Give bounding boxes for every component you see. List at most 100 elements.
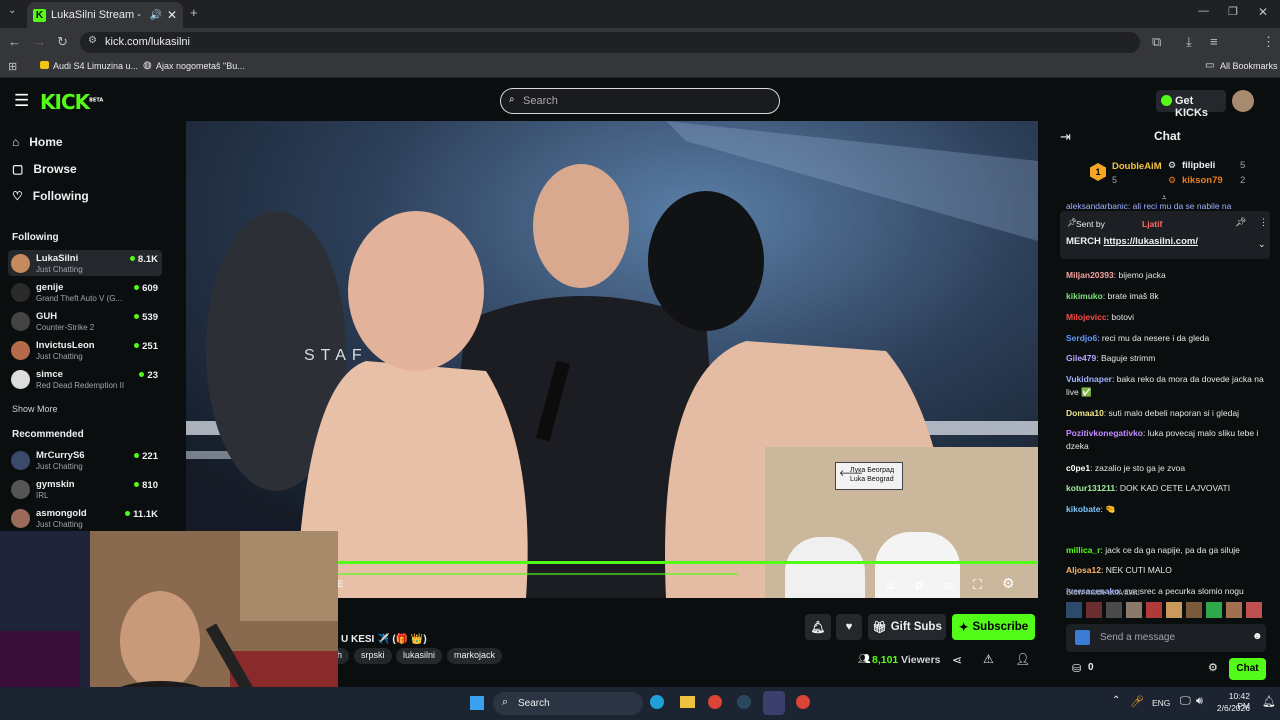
edge-icon[interactable] (650, 695, 664, 709)
follow-heart-button[interactable]: ♥ (836, 614, 862, 640)
emote[interactable] (1126, 602, 1142, 618)
sidebar-channel-mrcurrys6[interactable]: MrCurryS6 Just Chatting 221 (8, 447, 162, 473)
site-info-icon[interactable]: ⚙ (88, 35, 97, 46)
chat-username[interactable]: Gile479 (1066, 353, 1096, 363)
network-icon[interactable]: 🖵︎ (1180, 695, 1191, 708)
fullscreen-icon[interactable]: ⛶ (973, 577, 982, 593)
tray-chevron-icon[interactable]: ⌃ (1112, 695, 1120, 706)
extensions-icon[interactable]: ⧉ (1152, 34, 1161, 50)
discord-icon[interactable] (763, 691, 785, 715)
chrome-active-icon[interactable] (796, 695, 810, 709)
collapse-chat-icon[interactable]: ⇥ (1060, 129, 1071, 145)
tab-audio-icon[interactable]: 🔊 (149, 10, 161, 21)
sidebar-channel-simce[interactable]: simce Red Dead Redemption II 23 (8, 366, 162, 392)
sidebar-nav-home[interactable]: ⌂ Home (12, 135, 63, 149)
notification-bell-button[interactable]: 🔔︎ (805, 614, 831, 640)
chat-input[interactable]: Send a message ☻ (1066, 624, 1266, 652)
chat-username[interactable]: Domaa10 (1066, 408, 1104, 418)
unpin-icon[interactable]: 📌︎ (1235, 217, 1246, 228)
sidebar-channel-genije[interactable]: genije Grand Theft Auto V (G... 609 (8, 279, 162, 305)
bookmark-1[interactable]: Audi S4 Limuzina u... (53, 61, 138, 71)
get-kicks-button[interactable]: Get KICKs (1156, 90, 1226, 119)
maximize-icon[interactable]: ❐ (1228, 5, 1238, 18)
stream-tag[interactable]: markojack (447, 648, 503, 664)
mic-icon[interactable]: 🎤︎ (1130, 695, 1144, 708)
bookmark-2[interactable]: Ajax nogometaš "Bu... (156, 61, 245, 71)
stream-tag[interactable]: srpski (354, 648, 392, 664)
hamburger-menu-icon[interactable]: ☰ (14, 91, 29, 111)
gift-subs-button[interactable]: 🎁︎ Gift Subs (868, 614, 946, 640)
progress-bar[interactable] (338, 561, 1038, 564)
emote[interactable] (1106, 602, 1122, 618)
all-bookmarks[interactable]: All Bookmarks (1220, 61, 1278, 71)
chat-username[interactable]: Vukidnaper (1066, 374, 1112, 384)
emote[interactable] (1206, 602, 1222, 618)
chat-username[interactable]: Milojevicc (1066, 312, 1107, 322)
chat-username[interactable]: kikimuko (1066, 291, 1103, 301)
minimize-icon[interactable]: — (1198, 5, 1209, 17)
steam-icon[interactable] (737, 695, 751, 709)
emote[interactable] (1246, 602, 1262, 618)
back-icon[interactable]: ← (8, 34, 21, 49)
apps-icon[interactable]: ⊞ (8, 60, 17, 73)
emote[interactable] (1186, 602, 1202, 618)
chevron-down-icon[interactable]: ⌄ (1258, 239, 1266, 250)
new-tab-icon[interactable]: + (190, 5, 198, 20)
chat-settings-icon[interactable]: ⚙ (1208, 661, 1218, 674)
more-options-icon[interactable]: ⋮ (1259, 217, 1268, 228)
sidebar-channel-lukasilni[interactable]: LukaSilni Just Chatting 8.1K (8, 250, 162, 276)
chat-username[interactable]: millica_r (1066, 545, 1101, 555)
chat-username[interactable]: kotur131211 (1066, 483, 1115, 493)
emoji-icon[interactable]: ☻ (1252, 631, 1263, 642)
subscribe-button[interactable]: ✦ Subscribe (952, 614, 1035, 640)
emote[interactable] (1226, 602, 1242, 618)
chat-username[interactable]: kikobate (1066, 504, 1101, 514)
window-close-icon[interactable]: ✕ (1258, 5, 1268, 19)
pinned-link[interactable]: https://lukasilni.com/ (1103, 236, 1198, 247)
search-input[interactable]: ⌕ Search (500, 88, 780, 114)
gifter-name[interactable]: kikson79 (1182, 175, 1223, 186)
file-explorer-icon[interactable] (680, 696, 695, 708)
kicks-icon[interactable]: ⛁ (1072, 662, 1081, 675)
taskbar-search[interactable]: ⌕ Search (493, 692, 643, 715)
sidebar-channel-asmongold[interactable]: asmongold Just Chatting 11.1K (8, 505, 162, 531)
send-chat-button[interactable]: Chat (1229, 658, 1266, 680)
user-avatar[interactable] (1232, 90, 1254, 112)
stream-tag[interactable]: lukasilni (396, 648, 443, 664)
video-player[interactable]: STAF 🡐 Лука Београд Luka Beograd E ⧈ ⧇ ▭… (186, 121, 1038, 598)
pip-icon[interactable]: ⧈ (886, 577, 894, 593)
chat-username[interactable]: c0pe1 (1066, 463, 1090, 473)
volume-icon[interactable]: 🔊︎ (1196, 695, 1203, 708)
browser-menu-icon[interactable]: ⋮ (1262, 34, 1275, 50)
reload-icon[interactable]: ↻ (57, 34, 68, 50)
clock-date[interactable]: 2/6/2026 (1216, 703, 1250, 713)
pinned-message[interactable]: 📌︎ Sent by Ljatif 📌︎ ⋮ MERCH https://luk… (1060, 211, 1270, 259)
chat-username[interactable]: Serdjo6 (1066, 333, 1097, 343)
emote[interactable] (1086, 602, 1102, 618)
language-indicator[interactable]: ENG (1152, 698, 1170, 708)
top-gifter-name[interactable]: DoubleAiM (1112, 161, 1162, 172)
report-icon[interactable]: ⚠ (983, 652, 994, 666)
clip-icon[interactable]: ⧇ (915, 577, 923, 593)
chrome-icon[interactable] (708, 695, 722, 709)
emote-picker-icon[interactable] (1075, 630, 1090, 645)
chat-username[interactable]: Pozitivkonegativko (1066, 428, 1143, 438)
profile-card-icon[interactable]: 👤︎ (1015, 652, 1030, 666)
chat-username[interactable]: Aljosa12 (1066, 565, 1101, 575)
sidebar-channel-gymskin[interactable]: gymskin IRL 810 (8, 476, 162, 502)
browser-tab[interactable]: K LukaSilni Stream - Watch Li 🔊 ✕ (27, 2, 183, 28)
forward-icon[interactable]: → (33, 34, 46, 49)
tab-close-icon[interactable]: ✕ (167, 8, 177, 22)
share-icon[interactable]: ⋖ (952, 653, 962, 667)
kick-logo[interactable]: KICKBETA (40, 90, 103, 114)
settings-icon[interactable]: ⚙ (1002, 575, 1015, 592)
chat-username[interactable]: Miljan20393 (1066, 270, 1114, 280)
show-more-link[interactable]: Show More (12, 404, 58, 414)
sidebar-nav-browse[interactable]: ▢ Browse (12, 162, 77, 176)
theater-mode-icon[interactable]: ▭ (944, 577, 956, 593)
download-icon[interactable]: ⤓ (1186, 34, 1192, 50)
windows-start-icon[interactable] (470, 696, 484, 710)
sidebar-channel-guh[interactable]: GUH Counter-Strike 2 539 (8, 308, 162, 334)
notification-icon[interactable]: 🔔︎ (1262, 695, 1276, 708)
sidebar-channel-invictusleon[interactable]: InvictusLeon Just Chatting 251 (8, 337, 162, 363)
